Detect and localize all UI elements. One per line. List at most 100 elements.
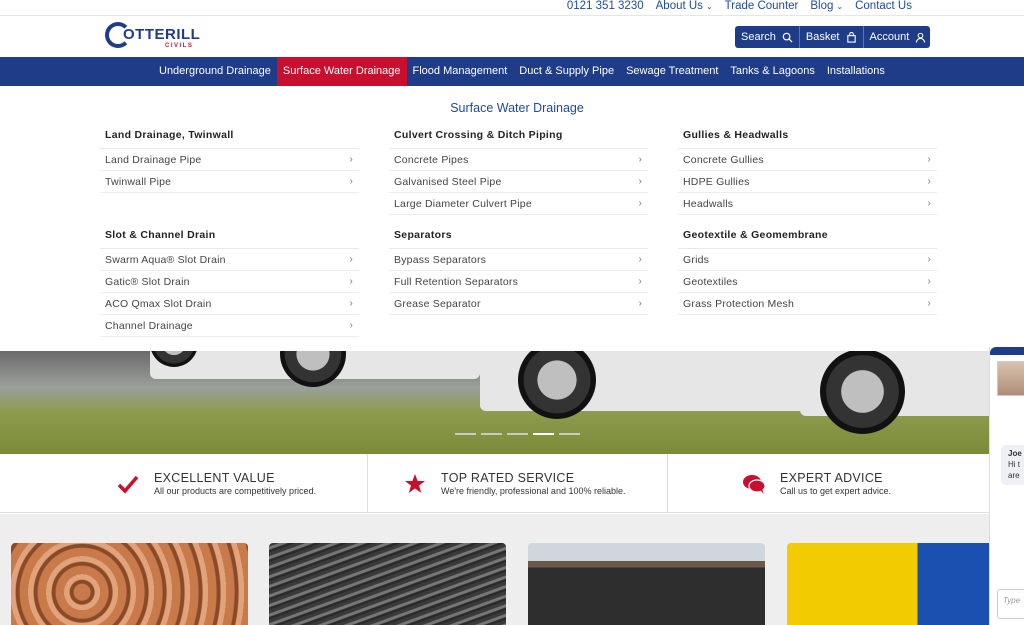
mega-menu-title[interactable]: Surface Water Drainage [0,101,1024,115]
usp-value: EXCELLENT VALUE All our products are com… [114,454,316,513]
chat-widget[interactable]: Joe Hi t are Type [989,347,1024,625]
nav-flood-management[interactable]: Flood Management [407,57,514,86]
chevron-right-icon: › [638,254,642,265]
menu-column-land-drainage: Land Drainage, Twinwall Land Drainage Pi… [100,129,359,193]
product-card-land-drainage[interactable] [269,543,506,625]
usp-text: All our products are competitively price… [154,486,317,496]
menu-item[interactable]: Land Drainage Pipe › [100,149,359,171]
menu-item-label: Bypass Separators [394,253,487,266]
menu-item-label: Swarm Aqua® Slot Drain [105,253,226,266]
menu-item-label: Full Retention Separators [394,275,519,288]
nav-sewage-treatment[interactable]: Sewage Treatment [620,57,724,86]
menu-column-gullies: Gullies & Headwalls Concrete Gullies › HD… [678,129,937,215]
menu-heading[interactable]: Geotextile & Geomembrane [683,229,937,243]
nav-duct-supply-pipe[interactable]: Duct & Supply Pipe [513,57,620,86]
user-icon [916,32,926,43]
menu-item[interactable]: Concrete Gullies › [678,149,937,171]
site-logo[interactable]: OTTERILL CIVILS [105,22,200,52]
menu-heading[interactable]: Culvert Crossing & Ditch Piping [394,129,648,143]
hero-wheel-image [820,351,905,434]
logo-subtitle: CIVILS [165,43,194,49]
carousel-dot[interactable] [507,433,528,435]
usp-service: TOP RATED SERVICE We're friendly, profes… [401,454,626,513]
nav-underground-drainage[interactable]: Underground Drainage [153,57,277,86]
chevron-right-icon: › [349,154,353,165]
chevron-down-icon: ⌄ [705,2,713,11]
menu-item-label: Land Drainage Pipe [105,153,202,166]
chevron-right-icon: › [349,276,353,287]
menu-item-label: HDPE Gullies [683,175,750,188]
chevron-right-icon: › [638,276,642,287]
menu-column-geotextile: Geotextile & Geomembrane Grids › Geotexti… [678,229,937,315]
menu-heading[interactable]: Slot & Channel Drain [105,229,359,243]
blog-link[interactable]: Blog ⌄ [810,0,843,12]
menu-item[interactable]: Grease Separator › [389,293,648,315]
trade-counter-link[interactable]: Trade Counter [725,0,799,12]
chat-input[interactable]: Type [997,589,1024,619]
menu-item-label: Concrete Gullies [683,153,764,166]
menu-item[interactable]: Swarm Aqua® Slot Drain › [100,249,359,271]
basket-button[interactable]: Basket [800,26,864,48]
site-header: OTTERILL CIVILS Search Basket Account [0,16,1024,57]
chevron-right-icon: › [638,154,642,165]
menu-item[interactable]: Large Diameter Culvert Pipe › [389,193,648,215]
utility-links: 0121 351 3230 About Us ⌄ Trade Counter Bl… [567,0,912,12]
menu-heading[interactable]: Land Drainage, Twinwall [105,129,359,143]
menu-item[interactable]: HDPE Gullies › [678,171,937,193]
menu-item[interactable]: Galvanised Steel Pipe › [389,171,648,193]
carousel-dot[interactable] [481,433,502,435]
menu-column-slot-drain: Slot & Channel Drain Swarm Aqua® Slot Dr… [100,229,359,337]
menu-item[interactable]: Bypass Separators › [389,249,648,271]
nav-surface-water-drainage[interactable]: Surface Water Drainage [276,57,407,86]
menu-item[interactable]: Channel Drainage › [100,315,359,337]
header-actions: Search Basket Account [735,26,930,48]
chevron-right-icon: › [638,198,642,209]
search-icon [782,32,793,43]
menu-item[interactable]: Twinwall Pipe › [100,171,359,193]
main-navigation: Underground Drainage Surface Water Drain… [0,57,1024,86]
star-icon [401,470,429,498]
chevron-right-icon: › [927,154,931,165]
menu-item[interactable]: ACO Qmax Slot Drain › [100,293,359,315]
chevron-right-icon: › [349,298,353,309]
menu-heading[interactable]: Separators [394,229,648,243]
about-link[interactable]: About Us ⌄ [656,0,713,12]
menu-item-label: Grease Separator [394,297,481,310]
carousel-dot[interactable] [559,433,580,435]
chevron-right-icon: › [638,298,642,309]
phone-link[interactable]: 0121 351 3230 [567,0,644,12]
menu-item[interactable]: Full Retention Separators › [389,271,648,293]
nav-installations[interactable]: Installations [821,57,891,86]
blog-link-label: Blog [810,0,834,12]
hero-banner[interactable] [0,351,1024,454]
utility-bar: 0121 351 3230 About Us ⌄ Trade Counter Bl… [0,0,1024,16]
product-card-grids[interactable] [528,543,765,625]
menu-item[interactable]: Headwalls › [678,193,937,215]
account-button[interactable]: Account [864,26,933,48]
menu-heading[interactable]: Gullies & Headwalls [683,129,937,143]
menu-item-label: Twinwall Pipe [105,175,172,188]
chevron-right-icon: › [927,254,931,265]
basket-label: Basket [805,31,840,43]
usp-title: TOP RATED SERVICE [441,471,575,485]
menu-item[interactable]: Grids › [678,249,937,271]
chat-agent-name: Joe [1008,449,1022,458]
carousel-dot[interactable] [455,433,476,435]
product-card-pipes[interactable] [11,543,248,625]
menu-item-label: Grids [683,253,710,266]
menu-item-label: Galvanised Steel Pipe [394,175,502,188]
basket-icon [846,31,856,43]
menu-item-label: Grass Protection Mesh [683,297,794,310]
account-label: Account [869,31,910,43]
carousel-dot-active[interactable] [533,433,554,435]
chevron-down-icon: ⌄ [836,2,844,11]
contact-link[interactable]: Contact Us [855,0,912,12]
check-icon [114,470,142,498]
menu-item[interactable]: Grass Protection Mesh › [678,293,937,315]
menu-item[interactable]: Gatic® Slot Drain › [100,271,359,293]
search-button[interactable]: Search [735,26,800,48]
menu-item[interactable]: Geotextiles › [678,271,937,293]
menu-item-label: Headwalls [683,197,734,210]
menu-item[interactable]: Concrete Pipes › [389,149,648,171]
nav-tanks-lagoons[interactable]: Tanks & Lagoons [724,57,820,86]
